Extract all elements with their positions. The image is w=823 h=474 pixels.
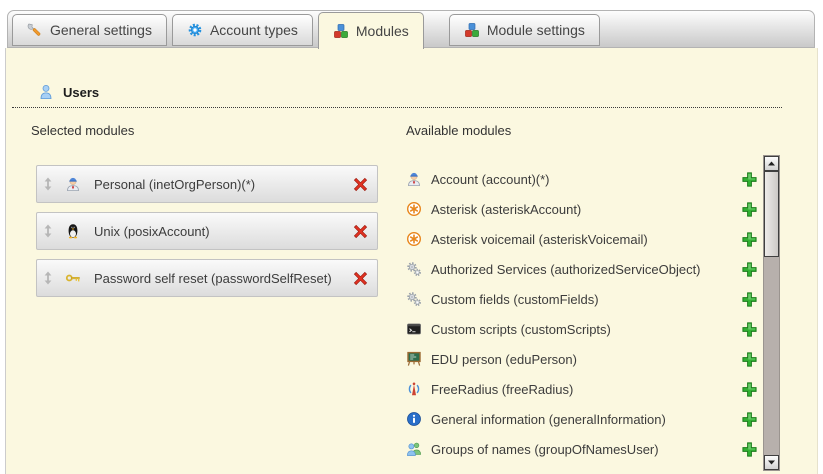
tab-label: General settings bbox=[50, 22, 152, 38]
tab-general-settings[interactable]: General settings bbox=[12, 14, 167, 46]
module-label: EDU person (eduPerson) bbox=[431, 352, 577, 367]
gears-icon bbox=[406, 261, 422, 277]
person-icon bbox=[65, 176, 81, 192]
available-modules-list: Account (account)(*) Asterisk (asteriskA… bbox=[406, 164, 758, 464]
module-label: Password self reset (passwordSelfReset) bbox=[94, 271, 332, 286]
add-module-button[interactable] bbox=[741, 351, 758, 368]
drag-handle-icon[interactable] bbox=[43, 177, 53, 191]
available-module-row: EDU person (eduPerson) bbox=[406, 344, 758, 374]
available-module-row: Groups of names (groupOfNamesUser) bbox=[406, 434, 758, 464]
module-label: Groups of names (groupOfNamesUser) bbox=[431, 442, 659, 457]
available-module-row: Asterisk (asteriskAccount) bbox=[406, 194, 758, 224]
module-label: Asterisk (asteriskAccount) bbox=[431, 202, 581, 217]
tab-modules[interactable]: Modules bbox=[318, 12, 424, 49]
selected-modules-heading: Selected modules bbox=[31, 123, 134, 138]
module-label: Authorized Services (authorizedServiceOb… bbox=[431, 262, 701, 277]
available-module-row: Custom scripts (customScripts) bbox=[406, 314, 758, 344]
add-module-button[interactable] bbox=[741, 411, 758, 428]
available-module-row: General information (generalInformation) bbox=[406, 404, 758, 434]
module-label: Unix (posixAccount) bbox=[94, 224, 210, 239]
available-modules-heading: Available modules bbox=[406, 123, 511, 138]
module-label: Custom fields (customFields) bbox=[431, 292, 599, 307]
tab-label: Module settings bbox=[487, 22, 585, 38]
add-module-button[interactable] bbox=[741, 231, 758, 248]
tab-module-settings[interactable]: Module settings bbox=[449, 14, 600, 46]
add-module-button[interactable] bbox=[741, 171, 758, 188]
gear-blue-icon bbox=[187, 22, 203, 38]
selected-module-row: Personal (inetOrgPerson)(*) bbox=[36, 165, 378, 203]
available-module-row: Authorized Services (authorizedServiceOb… bbox=[406, 254, 758, 284]
module-label: Personal (inetOrgPerson)(*) bbox=[94, 177, 255, 192]
selected-module-row: Unix (posixAccount) bbox=[36, 212, 378, 250]
asterisk-icon bbox=[406, 201, 422, 217]
drag-handle-icon[interactable] bbox=[43, 224, 53, 238]
selected-module-row: Password self reset (passwordSelfReset) bbox=[36, 259, 378, 297]
antenna-icon bbox=[406, 381, 422, 397]
scrollbar-thumb[interactable] bbox=[764, 171, 779, 257]
wrench-icon bbox=[27, 22, 43, 38]
add-module-button[interactable] bbox=[741, 381, 758, 398]
group-icon bbox=[406, 441, 422, 457]
info-icon bbox=[406, 411, 422, 427]
add-module-button[interactable] bbox=[741, 441, 758, 458]
cubes-icon bbox=[464, 22, 480, 38]
terminal-icon bbox=[406, 321, 422, 337]
drag-handle-icon[interactable] bbox=[43, 271, 53, 285]
gears-icon bbox=[406, 291, 422, 307]
person-icon bbox=[406, 171, 422, 187]
module-label: General information (generalInformation) bbox=[431, 412, 666, 427]
scroll-down-button[interactable] bbox=[764, 455, 779, 470]
asterisk-icon bbox=[406, 231, 422, 247]
available-module-row: Asterisk voicemail (asteriskVoicemail) bbox=[406, 224, 758, 254]
users-section-header: Users bbox=[12, 84, 782, 108]
module-label: Account (account)(*) bbox=[431, 172, 550, 187]
cubes-icon bbox=[333, 23, 349, 39]
available-module-row: Custom fields (customFields) bbox=[406, 284, 758, 314]
remove-module-button[interactable] bbox=[352, 223, 369, 240]
module-label: FreeRadius (freeRadius) bbox=[431, 382, 573, 397]
add-module-button[interactable] bbox=[741, 291, 758, 308]
module-label: Asterisk voicemail (asteriskVoicemail) bbox=[431, 232, 648, 247]
module-label: Custom scripts (customScripts) bbox=[431, 322, 611, 337]
tab-account-types[interactable]: Account types bbox=[172, 14, 313, 46]
add-module-button[interactable] bbox=[741, 261, 758, 278]
add-module-button[interactable] bbox=[741, 201, 758, 218]
key-icon bbox=[65, 270, 81, 286]
remove-module-button[interactable] bbox=[352, 176, 369, 193]
user-icon bbox=[38, 84, 54, 100]
remove-module-button[interactable] bbox=[352, 270, 369, 287]
lam-configuration-page: General settings Account types Modules M… bbox=[0, 0, 823, 474]
section-title: Users bbox=[63, 85, 99, 100]
available-modules-scrollbar[interactable] bbox=[763, 155, 780, 471]
tux-icon bbox=[65, 223, 81, 239]
available-module-row: FreeRadius (freeRadius) bbox=[406, 374, 758, 404]
add-module-button[interactable] bbox=[741, 321, 758, 338]
selected-modules-list: Personal (inetOrgPerson)(*) Unix (posixA… bbox=[36, 165, 378, 306]
blackboard-icon bbox=[406, 351, 422, 367]
tab-label: Account types bbox=[210, 22, 298, 38]
content-area: Users Selected modules Available modules… bbox=[5, 48, 818, 474]
available-module-row: Account (account)(*) bbox=[406, 164, 758, 194]
scroll-up-button[interactable] bbox=[764, 156, 779, 171]
tab-label: Modules bbox=[356, 23, 409, 39]
tab-bar: General settings Account types Modules M… bbox=[7, 10, 815, 48]
